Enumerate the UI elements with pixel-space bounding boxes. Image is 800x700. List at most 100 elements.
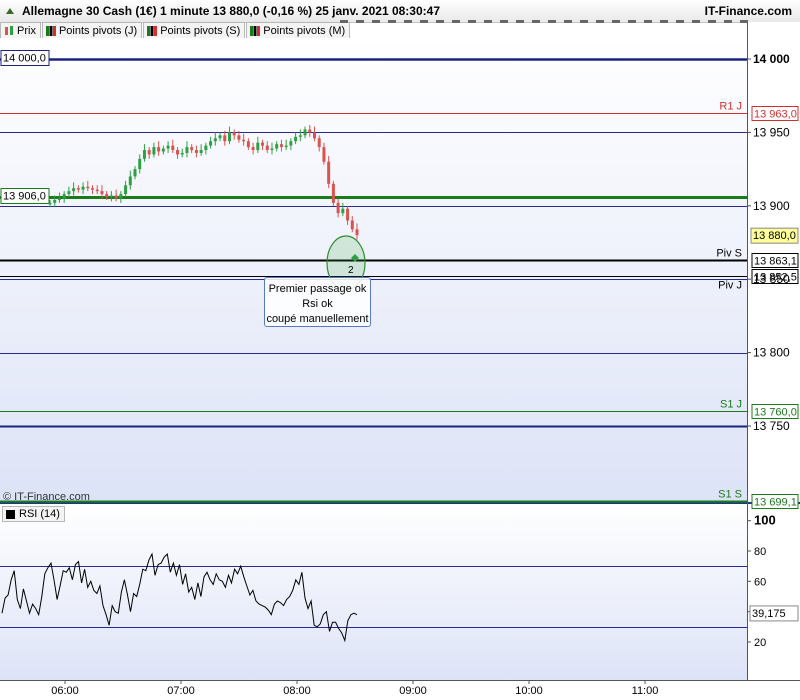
candle-body (350, 220, 354, 230)
annotation-line: Premier passage ok (268, 283, 367, 295)
rsi-y-tick-label: 80 (754, 546, 766, 558)
annotation-note[interactable]: Premier passage ok Rsi ok coupé manuelle… (264, 277, 371, 327)
candle-body (147, 150, 151, 155)
scroll-mark (692, 20, 700, 23)
x-tick-label: 10:00 (515, 685, 543, 697)
rsi-y-tick-label: 20 (754, 637, 766, 649)
candle-body (312, 132, 316, 139)
scroll-mark (420, 20, 428, 23)
x-tick-label: 06:00 (51, 685, 79, 697)
candle-body (256, 142, 260, 151)
scroll-mark (564, 20, 572, 23)
annotation-marker: 2 (348, 265, 354, 276)
candle-body (322, 147, 326, 162)
annotation-line: Rsi ok (302, 298, 333, 310)
candle-body (100, 191, 104, 195)
candle-body (308, 129, 312, 133)
candle-body (48, 202, 52, 205)
candle-body (128, 176, 132, 186)
candle-body (76, 188, 80, 190)
candle-body (298, 135, 302, 137)
y-tick-label: 13 800 (753, 346, 790, 360)
level-name: Piv J (718, 280, 742, 292)
scroll-mark (500, 20, 508, 23)
candle-body (218, 135, 222, 139)
candle-body (317, 138, 321, 148)
candle-body (176, 150, 180, 155)
candle-body (194, 150, 198, 153)
candle-body (346, 208, 350, 221)
candle-body (91, 188, 95, 190)
scroll-mark (660, 20, 668, 23)
scroll-mark (532, 20, 540, 23)
candle-body (289, 141, 293, 146)
candle-body (213, 138, 217, 142)
y-tick-label: 13 900 (753, 199, 790, 213)
y-tick-label: 14 000 (753, 52, 790, 66)
scroll-mark (724, 20, 732, 23)
scroll-mark (580, 20, 588, 23)
x-tick-label: 09:00 (399, 685, 427, 697)
candle-body (62, 194, 66, 199)
candle-body (171, 145, 175, 151)
y-tick-label: 13 950 (753, 125, 790, 139)
candle-body (270, 148, 274, 151)
scroll-mark (468, 20, 476, 23)
rsi-swatch (6, 509, 15, 519)
rsi-title: RSI (14) (19, 508, 60, 520)
price-chart[interactable]: 14 000,0 13 963,0 R1 J 13 906,0 13 863,1 Piv … (0, 0, 800, 700)
candle-body (251, 147, 255, 151)
level-axis-label: 13 699,1 (754, 497, 797, 509)
annotation-line: coupé manuellement (266, 313, 369, 325)
candle-body (355, 229, 359, 236)
scroll-mark (404, 20, 412, 23)
scroll-mark (516, 20, 524, 23)
candle-body (180, 152, 184, 155)
candle-body (157, 147, 161, 152)
current-price-label: 13 880,0 (753, 230, 796, 242)
candle-body (199, 150, 203, 153)
scroll-mark (340, 20, 348, 23)
level-name: Piv S (716, 248, 742, 260)
candle-body (341, 208, 345, 214)
candle-body (114, 195, 118, 199)
rsi-legend[interactable]: RSI (14) (2, 506, 65, 522)
price-panel-bg (0, 38, 747, 502)
candle-body (67, 191, 71, 195)
scroll-mark (644, 20, 652, 23)
candle-body (294, 136, 298, 142)
scroll-mark (484, 20, 492, 23)
level-tag-label: 13 906,0 (3, 191, 46, 203)
candle-body (81, 186, 85, 190)
candle-body (237, 135, 241, 140)
candle-body (265, 145, 269, 151)
candle-body (279, 144, 283, 148)
scroll-mark (372, 20, 380, 23)
candle-body (161, 148, 165, 152)
candle-body (105, 194, 109, 197)
candle-body (204, 145, 208, 151)
candle-body (133, 169, 137, 177)
level-name: S1 J (720, 399, 742, 411)
scroll-mark (388, 20, 396, 23)
level-name: R1 J (719, 101, 742, 113)
candle-body (275, 144, 279, 149)
level-axis-label: 13 760,0 (754, 407, 797, 419)
candle-body (95, 189, 99, 192)
scroll-mark (436, 20, 444, 23)
scroll-mark (740, 20, 748, 23)
scroll-mark (708, 20, 716, 23)
level-tag-label: 14 000,0 (3, 53, 46, 65)
candle-body (232, 132, 236, 136)
candle-body (124, 185, 128, 195)
candle-body (261, 142, 265, 146)
scroll-mark (356, 20, 364, 23)
scroll-mark (452, 20, 460, 23)
x-tick-label: 11:00 (632, 685, 659, 697)
candle-body (227, 132, 231, 142)
candle-body (109, 195, 113, 197)
candle-body (57, 198, 61, 200)
scroll-mark (628, 20, 636, 23)
candle-body (86, 186, 90, 189)
scroll-mark (612, 20, 620, 23)
